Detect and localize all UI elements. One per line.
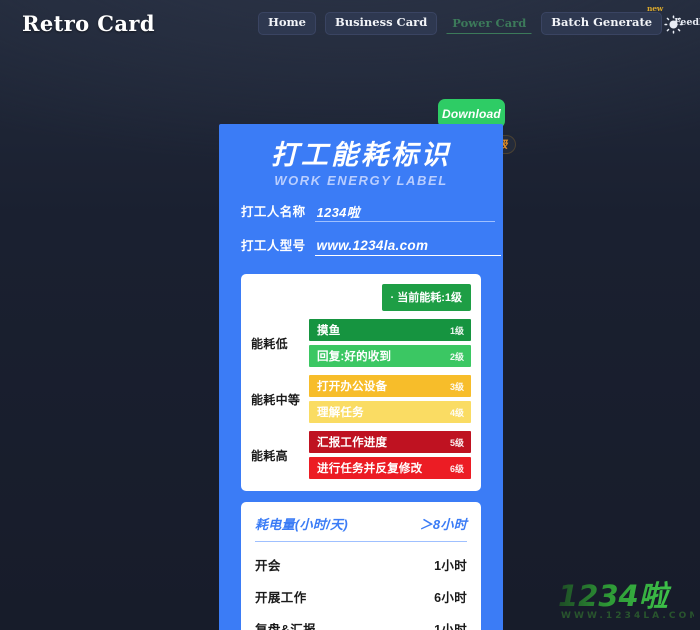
worker-name-input[interactable] <box>314 204 495 223</box>
nav-item-home-label: Home <box>267 15 306 30</box>
field-label-name: 打工人名称 <box>241 205 306 220</box>
card-subtitle[interactable]: WORK ENERGY LABEL <box>241 173 481 188</box>
energy-bar-2[interactable]: 回复:好的收到 2级 <box>309 345 471 368</box>
energy-bar-6-text: 进行任务并反复修改 <box>317 463 423 476</box>
energy-group-medium: 能耗中等 打开办公设备 3级 理解任务 4级 <box>251 375 471 424</box>
controls-area: Download 设置能耗: 1级 2级 3级 4级 5级 6级 Tips:点击… <box>0 47 700 171</box>
energy-bar-5-level: 5级 <box>449 437 464 448</box>
current-level-row: · 当前能耗:1级 <box>251 284 471 312</box>
energy-group-medium-bars: 打开办公设备 3级 理解任务 4级 <box>309 375 471 424</box>
svg-text:1234啦: 1234啦 <box>558 579 672 613</box>
energy-bar-1[interactable]: 摸鱼 1级 <box>309 319 471 342</box>
energy-group-low: 能耗低 摸鱼 1级 回复:好的收到 2级 <box>251 319 471 368</box>
consumption-table-panel: 耗电量(小时/天) ＞8小时 开会 1小时 开展工作 6小时 复盘&汇报 1小时 <box>241 502 481 630</box>
nav-item-business-card-label: Business Card <box>335 15 428 30</box>
energy-bar-3-level: 3级 <box>449 381 464 392</box>
energy-bar-3-text: 打开办公设备 <box>317 381 388 394</box>
energy-bar-2-text: 回复:好的收到 <box>317 351 392 364</box>
energy-bar-5-text: 汇报工作进度 <box>317 437 388 450</box>
consumption-header-label[interactable]: 耗电量(小时/天) <box>255 514 348 533</box>
nav-item-power-card-label: Power Card <box>452 15 527 30</box>
field-row-name: 打工人名称 <box>241 201 495 223</box>
energy-bar-2-level: 2级 <box>449 351 464 362</box>
consumption-row-1-label[interactable]: 开会 <box>255 555 281 574</box>
consumption-header-value[interactable]: ＞8小时 <box>420 514 467 533</box>
power-card: 打工能耗标识 WORK ENERGY LABEL 打工人名称 打工人型号 · 当… <box>219 124 503 630</box>
energy-group-high-label: 能耗高 <box>251 448 288 463</box>
energy-bar-3[interactable]: 打开办公设备 3级 <box>309 375 471 398</box>
field-label-model: 打工人型号 <box>241 239 306 254</box>
worker-model-input[interactable] <box>314 238 501 257</box>
energy-bar-4-text: 理解任务 <box>317 407 364 420</box>
consumption-table-header: 耗电量(小时/天) ＞8小时 <box>255 514 467 543</box>
energy-bar-6-level: 6级 <box>449 463 464 474</box>
top-navigation-bar: Retro Card Home Business Card Power Card… <box>0 0 700 47</box>
nav-item-home[interactable]: Home <box>257 12 316 35</box>
nav-item-batch-generate-label: Batch Generate <box>551 15 653 30</box>
energy-bar-1-level: 1级 <box>449 325 464 336</box>
new-badge: new <box>646 4 664 14</box>
sun-icon[interactable] <box>664 15 683 34</box>
energy-group-low-label: 能耗低 <box>251 336 288 351</box>
table-row: 开会 1小时 <box>255 542 467 574</box>
energy-bar-4-level: 4级 <box>449 407 464 418</box>
energy-bar-1-text: 摸鱼 <box>317 325 341 338</box>
consumption-row-3-value[interactable]: 1小时 <box>434 619 467 630</box>
energy-bars-panel: · 当前能耗:1级 能耗低 摸鱼 1级 回复:好的收到 2级 能耗中等 打开办公… <box>241 274 481 492</box>
nav-item-power-card[interactable]: Power Card <box>446 13 533 35</box>
table-row: 开展工作 6小时 <box>255 574 467 606</box>
energy-group-medium-label: 能耗中等 <box>251 392 301 407</box>
energy-group-low-bars: 摸鱼 1级 回复:好的收到 2级 <box>309 319 471 368</box>
energy-group-high-bars: 汇报工作进度 5级 进行任务并反复修改 6级 <box>309 431 471 480</box>
nav-item-business-card[interactable]: Business Card <box>325 12 438 35</box>
energy-bar-4[interactable]: 理解任务 4级 <box>309 401 471 424</box>
current-level-badge: · 当前能耗:1级 <box>381 284 471 312</box>
energy-group-high: 能耗高 汇报工作进度 5级 进行任务并反复修改 6级 <box>251 431 471 480</box>
field-row-model: 打工人型号 <box>241 235 501 257</box>
nav-item-batch-generate[interactable]: Batch Generate new <box>541 5 663 35</box>
main-nav: Home Business Card Power Card Batch Gene… <box>257 5 700 35</box>
consumption-row-1-value[interactable]: 1小时 <box>434 555 467 574</box>
app-brand-logo: Retro Card <box>22 11 155 36</box>
svg-text:WWW.1234LA.COM: WWW.1234LA.COM <box>561 611 694 621</box>
card-title[interactable]: 打工能耗标识 <box>241 140 481 170</box>
consumption-row-3-label[interactable]: 复盘&汇报 <box>255 619 316 630</box>
consumption-row-2-label[interactable]: 开展工作 <box>255 587 307 606</box>
energy-bar-6[interactable]: 进行任务并反复修改 6级 <box>309 457 471 480</box>
table-row: 复盘&汇报 1小时 <box>255 606 467 630</box>
watermark: 1234啦 WWW.1234LA.COM <box>556 572 698 624</box>
consumption-row-2-value[interactable]: 6小时 <box>434 587 467 606</box>
energy-bar-5[interactable]: 汇报工作进度 5级 <box>309 431 471 454</box>
